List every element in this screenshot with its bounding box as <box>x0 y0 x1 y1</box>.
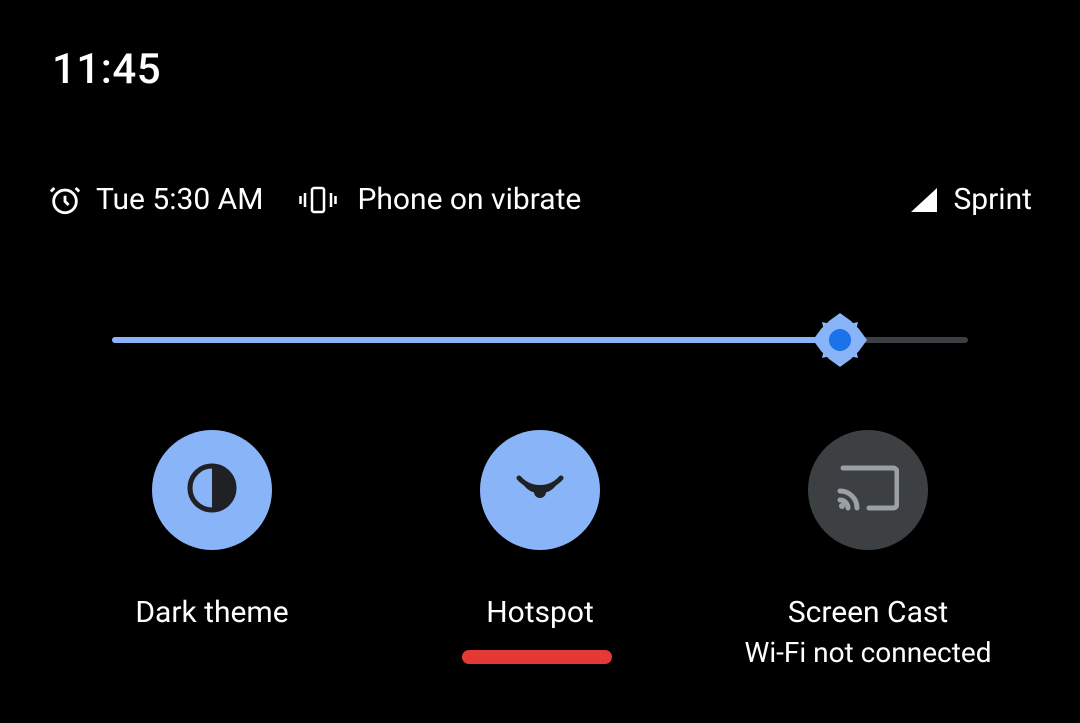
tile-hotspot-label: Hotspot <box>486 594 594 632</box>
tile-hotspot-circle <box>480 430 600 550</box>
contrast-icon <box>185 461 239 519</box>
status-clock: 11:45 <box>52 45 161 94</box>
tile-screen-cast-sublabel: Wi-Fi not connected <box>744 636 991 669</box>
alarm-icon <box>48 183 82 217</box>
signal-icon <box>909 186 939 214</box>
brightness-fill <box>112 337 840 343</box>
ringer-mode-text: Phone on vibrate <box>357 182 581 217</box>
alarm-time-text: Tue 5:30 AM <box>96 182 263 217</box>
tile-screen-cast-label: Screen Cast <box>788 594 948 632</box>
tile-hotspot[interactable]: Hotspot <box>390 430 690 632</box>
quick-tiles-row: Dark theme Hotspot <box>48 430 1032 723</box>
tile-dark-theme[interactable]: Dark theme <box>62 430 362 632</box>
annotation-underline <box>462 650 612 664</box>
cast-icon <box>837 462 899 518</box>
status-right-group: Sprint <box>909 182 1032 217</box>
tile-screen-cast[interactable]: Screen Cast Wi-Fi not connected <box>718 430 1018 669</box>
tile-screen-cast-circle <box>808 430 928 550</box>
brightness-thumb[interactable] <box>811 311 869 369</box>
status-left-group: Tue 5:30 AM Phone on vibrate <box>48 182 581 217</box>
tile-dark-theme-label: Dark theme <box>135 594 288 632</box>
tile-dark-theme-circle <box>152 430 272 550</box>
brightness-slider[interactable] <box>112 320 968 360</box>
carrier-text: Sprint <box>953 182 1032 217</box>
status-row: Tue 5:30 AM Phone on vibrate Sprint <box>48 182 1032 217</box>
hotspot-icon <box>510 458 570 522</box>
vibrate-icon <box>299 185 337 215</box>
